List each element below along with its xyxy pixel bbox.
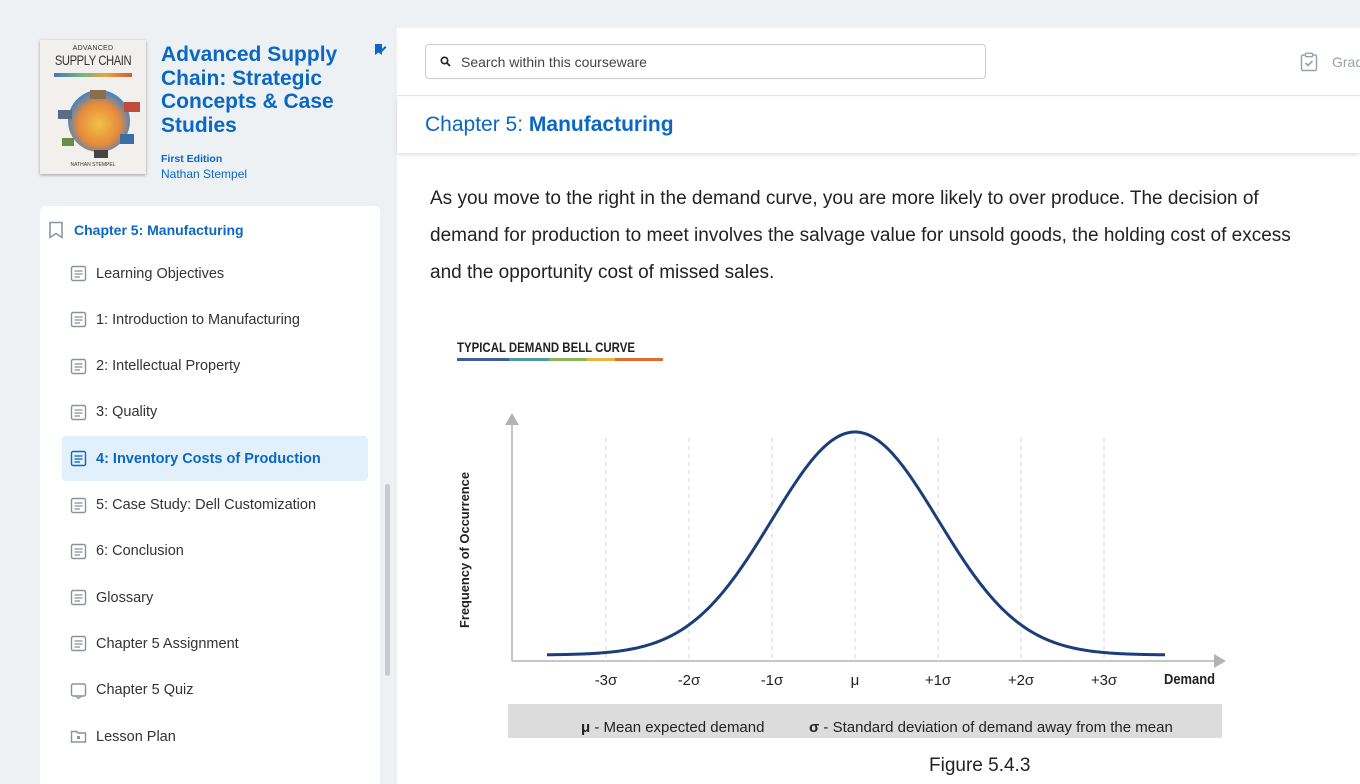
document-icon bbox=[70, 589, 87, 606]
figure-caption: Figure 5.4.3 bbox=[929, 755, 1031, 776]
gridlines bbox=[605, 438, 1105, 661]
toc-item-label: Glossary bbox=[96, 589, 154, 606]
toc-item[interactable]: 6: Conclusion bbox=[62, 529, 368, 574]
x-tick-label: +2σ bbox=[1008, 672, 1035, 689]
document-icon bbox=[70, 450, 87, 467]
x-axis-arrow bbox=[1214, 654, 1226, 668]
document-icon bbox=[70, 497, 87, 513]
heading-underline-green bbox=[549, 358, 587, 361]
main-content: Grades Chapter 5: Manufacturing As you m… bbox=[397, 28, 1360, 784]
document-icon bbox=[70, 404, 87, 421]
y-axis-label: Frequency of Occurrence bbox=[457, 472, 472, 628]
x-tick-labels: -3σ -2σ -1σ μ +1σ +2σ +3σ bbox=[595, 672, 1118, 689]
toc-chapter-title: Chapter 5: Manufacturing bbox=[74, 222, 244, 238]
toc-item[interactable]: Chapter 5 Assignment bbox=[62, 621, 368, 666]
x-tick-label: -2σ bbox=[678, 672, 701, 689]
content-paragraph: As you move to the right in the demand c… bbox=[430, 188, 1291, 283]
toc-chapter-header[interactable]: Chapter 5: Manufacturing bbox=[48, 218, 244, 242]
book-cover[interactable]: ADVANCED SUPPLY CHAIN NATHAN STEMPEL bbox=[40, 40, 146, 174]
heading-underline-yellow bbox=[587, 358, 615, 361]
x-axis-label: Demand bbox=[1164, 671, 1215, 688]
search-box[interactable] bbox=[425, 44, 986, 79]
heading-underline-blue bbox=[457, 358, 509, 361]
toc-item[interactable]: 2: Intellectual Property bbox=[62, 344, 368, 389]
toc-scrollbar[interactable] bbox=[385, 484, 390, 676]
legend-mu-symbol: μ bbox=[581, 719, 590, 736]
toc-item-label: Learning Objectives bbox=[96, 265, 225, 282]
cover-title: SUPPLY CHAIN bbox=[54, 52, 132, 68]
x-tick-label: -3σ bbox=[595, 672, 618, 689]
x-tick-label: +1σ bbox=[925, 672, 952, 689]
document-icon bbox=[70, 312, 87, 328]
toc-item-label: Lesson Plan bbox=[96, 728, 176, 745]
top-bar: Grades bbox=[397, 28, 1360, 96]
search-icon bbox=[440, 56, 451, 67]
chapter-title: Chapter 5: Manufacturing bbox=[425, 113, 674, 137]
legend-sigma: σ - Standard deviation of demand away fr… bbox=[809, 719, 1173, 736]
edit-bookmark-icon[interactable] bbox=[372, 42, 388, 58]
chapter-bar: Chapter 5: Manufacturing bbox=[397, 97, 1360, 153]
legend-sigma-symbol: σ bbox=[809, 719, 819, 736]
book-edition: First Edition bbox=[161, 153, 223, 165]
toc-item[interactable]: Lesson Plan bbox=[62, 714, 368, 759]
search-input[interactable] bbox=[461, 53, 961, 70]
clipboard-check-icon bbox=[1300, 52, 1318, 72]
legend-mu-text: - Mean expected demand bbox=[590, 719, 764, 736]
toc-item[interactable]: 1: Introduction to Manufacturing bbox=[62, 297, 368, 342]
document-icon bbox=[70, 636, 87, 652]
document-icon bbox=[70, 265, 87, 282]
toc-item[interactable]: Learning Objectives bbox=[62, 251, 368, 296]
bell-curve-line bbox=[546, 430, 1166, 657]
toc-item[interactable]: 3: Quality bbox=[62, 390, 368, 435]
toc-item-label: 3: Quality bbox=[96, 404, 158, 421]
legend-mean: μ - Mean expected demand bbox=[581, 719, 764, 736]
toc-item[interactable]: 5: Case Study: Dell Customization bbox=[62, 483, 368, 528]
y-axis-arrow bbox=[505, 413, 519, 425]
bookmark-icon bbox=[49, 221, 63, 239]
chapter-prefix: Chapter 5: bbox=[425, 113, 529, 136]
grades-link[interactable]: Grades bbox=[1300, 52, 1360, 72]
quiz-icon bbox=[70, 682, 87, 699]
toc-item-label: 4: Inventory Costs of Production bbox=[96, 450, 321, 467]
book-title[interactable]: Advanced Supply Chain: Strategic Concept… bbox=[161, 43, 351, 137]
bell-curve-figure: TYPICAL DEMAND BELL CURVE Frequency of O… bbox=[457, 339, 1226, 738]
toc-item[interactable]: Chapter 5 Quiz bbox=[62, 668, 368, 713]
grades-label: Grades bbox=[1332, 54, 1360, 70]
folder-icon bbox=[70, 730, 87, 743]
toc-item-label: 1: Introduction to Manufacturing bbox=[96, 311, 300, 328]
chapter-name: Manufacturing bbox=[528, 113, 674, 136]
cover-collage-image bbox=[58, 90, 140, 158]
x-tick-label: -1σ bbox=[761, 672, 784, 689]
toc-item[interactable]: Glossary bbox=[62, 575, 368, 620]
heading-underline-orange bbox=[615, 358, 663, 361]
heading-underline-teal bbox=[509, 358, 549, 361]
toc-item-label: 2: Intellectual Property bbox=[96, 358, 241, 375]
toc-item-label: 5: Case Study: Dell Customization bbox=[96, 497, 317, 513]
toc-item[interactable]: 4: Inventory Costs of Production bbox=[62, 436, 368, 482]
x-tick-label: μ bbox=[851, 672, 860, 689]
toc-item-label: Chapter 5 Quiz bbox=[96, 682, 194, 699]
cover-band bbox=[54, 73, 132, 77]
document-icon bbox=[70, 358, 87, 374]
legend-sigma-text: - Standard deviation of demand away from… bbox=[819, 719, 1173, 736]
toc-item-label: 6: Conclusion bbox=[96, 543, 184, 560]
document-icon bbox=[70, 543, 87, 559]
figure-heading: TYPICAL DEMAND BELL CURVE bbox=[457, 339, 635, 355]
book-author: Nathan Stempel bbox=[161, 167, 248, 181]
cover-author: NATHAN STEMPEL bbox=[70, 162, 116, 168]
cover-subtitle: ADVANCED bbox=[72, 45, 114, 52]
sidebar: ADVANCED SUPPLY CHAIN NATHAN STEMPEL Adv… bbox=[0, 28, 397, 784]
book-info: ADVANCED SUPPLY CHAIN NATHAN STEMPEL Adv… bbox=[40, 40, 387, 181]
toc-item-label: Chapter 5 Assignment bbox=[96, 635, 239, 652]
x-tick-label: +3σ bbox=[1091, 672, 1118, 689]
table-of-contents: Chapter 5: Manufacturing Learning Object… bbox=[40, 206, 390, 784]
